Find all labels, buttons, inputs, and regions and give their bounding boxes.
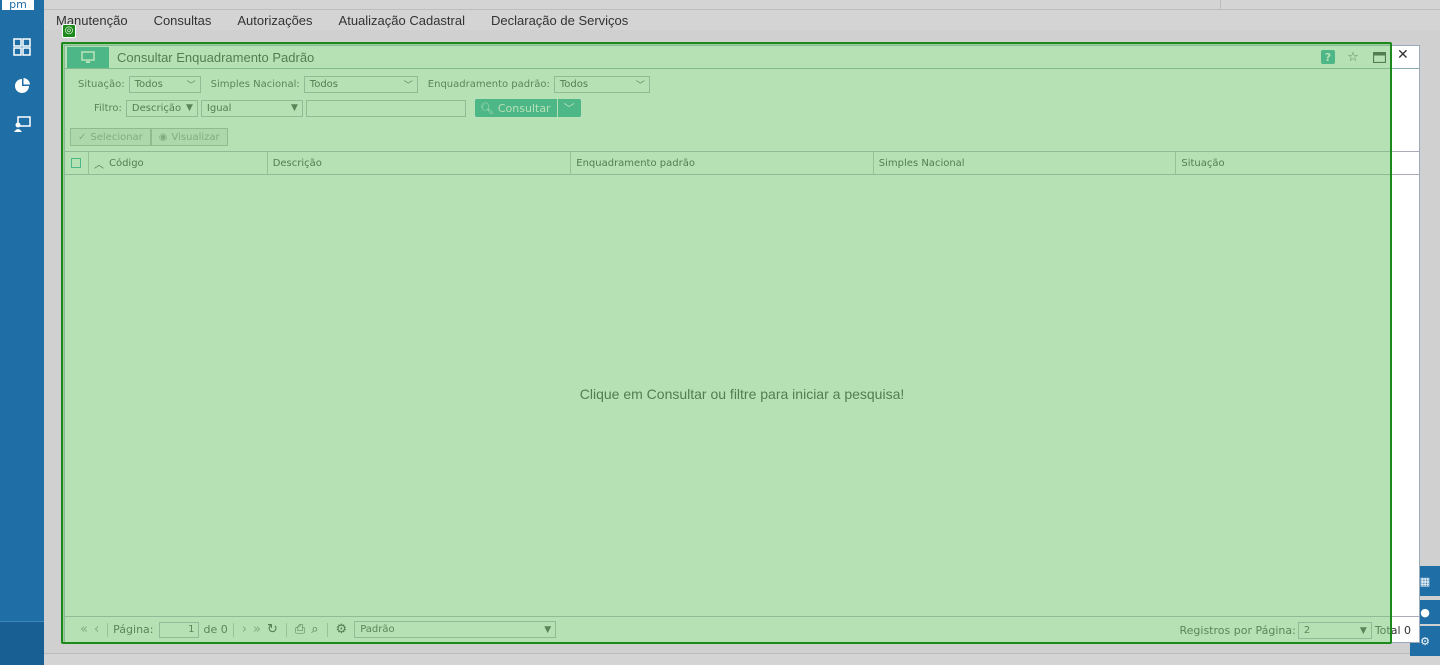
consultar-button[interactable]: 🔍︎ Consultar ﹀ <box>474 99 581 117</box>
chevron-down-icon: ﹀ <box>635 81 645 91</box>
main-menu: Manutenção Consultas Autorizações Atuali… <box>44 10 1440 30</box>
eye-icon: ◉ <box>158 131 168 143</box>
consultar-dropdown-icon[interactable]: ﹀ <box>558 100 581 116</box>
top-right-area <box>1220 0 1440 10</box>
chevron-down-icon: ▼ <box>290 103 298 113</box>
page-input[interactable]: 1 <box>158 621 199 638</box>
page-of-label: de 0 <box>203 623 228 636</box>
footer-right: Registros por Página: 2 ▼ Total 0 <box>1179 622 1411 639</box>
print-icon[interactable]: ⎙ <box>295 622 305 637</box>
target-icon: ◎ <box>62 24 76 38</box>
total-label: Total 0 <box>1374 624 1411 637</box>
simples-select[interactable]: Todos ﹀ <box>303 76 418 93</box>
window-title: Consultar Enquadramento Padrão <box>117 50 315 65</box>
left-sidebar: pm <box>0 0 44 665</box>
filtro-operator-select[interactable]: Igual ▼ <box>200 99 303 117</box>
simples-label: Simples Nacional: <box>210 79 300 90</box>
search-icon: 🔍︎ <box>479 101 494 115</box>
visualizar-button[interactable]: ◉ Visualizar <box>150 128 228 146</box>
next-page-icon[interactable]: › <box>242 622 247 637</box>
app-logo[interactable]: pm <box>0 0 36 12</box>
chevron-down-icon: ▼ <box>1359 625 1367 636</box>
pie-chart-icon[interactable] <box>11 75 33 97</box>
bottom-taskbar <box>44 653 1440 665</box>
column-enquadramento[interactable]: Enquadramento padrão <box>571 152 874 174</box>
consultar-window: Consultar Enquadramento Padrão ? ☆ Situa… <box>64 45 1420 643</box>
filtro-text-input[interactable] <box>305 99 466 117</box>
select-all-checkbox[interactable] <box>65 152 89 174</box>
action-toolbar: ✓ Selecionar ◉ Visualizar <box>70 128 228 146</box>
maximize-icon[interactable] <box>1371 49 1387 65</box>
prev-page-icon[interactable]: ‹ <box>94 622 99 637</box>
filtro-field-select[interactable]: Descrição ▼ <box>125 99 198 117</box>
filter-panel: Situação: Todos ﹀ Simples Nacional: Todos… <box>65 70 1419 124</box>
sidebar-footer <box>0 621 44 665</box>
window-titlebar: Consultar Enquadramento Padrão ? ☆ <box>65 46 1419 69</box>
consultar-label: Consultar <box>497 101 551 115</box>
layout-select[interactable]: Padrão ▼ <box>354 621 557 638</box>
menu-consultas[interactable]: Consultas <box>154 13 212 28</box>
star-icon[interactable]: ☆ <box>1345 49 1361 65</box>
per-page-select[interactable]: 2 ▼ <box>1297 622 1372 639</box>
check-icon: ✓ <box>78 131 87 143</box>
top-strip <box>44 0 1440 10</box>
chevron-down-icon: ﹀ <box>186 81 196 91</box>
empty-grid-message: Clique em Consultar ou filtre para inici… <box>579 386 905 402</box>
first-page-icon[interactable]: « <box>80 622 88 637</box>
per-page-label: Registros por Página: <box>1179 624 1296 637</box>
enquadramento-label: Enquadramento padrão: <box>427 79 550 90</box>
column-codigo[interactable]: ︿ Código <box>89 152 268 174</box>
sort-up-icon: ︿ <box>93 159 104 171</box>
situacao-select[interactable]: Todos ﹀ <box>128 76 201 93</box>
chevron-down-icon: ▼ <box>544 624 552 635</box>
search-icon[interactable]: ⌕ <box>311 622 318 637</box>
column-simples-nacional[interactable]: Simples Nacional <box>874 152 1177 174</box>
chevron-down-icon: ▼ <box>185 103 193 113</box>
refresh-icon[interactable]: ↻ <box>267 622 278 637</box>
chevron-down-icon: ﹀ <box>403 81 413 91</box>
enquadramento-select[interactable]: Todos ﹀ <box>553 76 650 93</box>
menu-declaracao-servicos[interactable]: Declaração de Serviços <box>491 13 628 28</box>
page-label: Página: <box>113 623 154 636</box>
monitor-icon <box>67 47 109 68</box>
situacao-label: Situação: <box>78 79 125 90</box>
gear-icon[interactable]: ⚙ <box>336 622 348 637</box>
grid-footer: « ‹ Página: 1 de 0 › » ↻ ⎙ ⌕ ⚙ Padrão ▼ R… <box>65 616 1419 642</box>
selecionar-button[interactable]: ✓ Selecionar <box>70 128 151 146</box>
calculator-icon[interactable] <box>11 36 33 58</box>
user-screen-icon[interactable] <box>11 113 33 135</box>
help-button[interactable]: ? <box>1321 50 1335 64</box>
filtro-label: Filtro: <box>94 102 122 114</box>
column-situacao[interactable]: Situação <box>1176 152 1419 174</box>
column-descricao[interactable]: Descrição <box>268 152 572 174</box>
menu-atualizacao-cadastral[interactable]: Atualização Cadastral <box>339 13 465 28</box>
grid-header: ︿ Código Descrição Enquadramento padrão S… <box>65 151 1419 175</box>
menu-autorizacoes[interactable]: Autorizações <box>237 13 312 28</box>
close-button[interactable]: ✕ <box>1397 47 1409 63</box>
last-page-icon[interactable]: » <box>253 622 261 637</box>
